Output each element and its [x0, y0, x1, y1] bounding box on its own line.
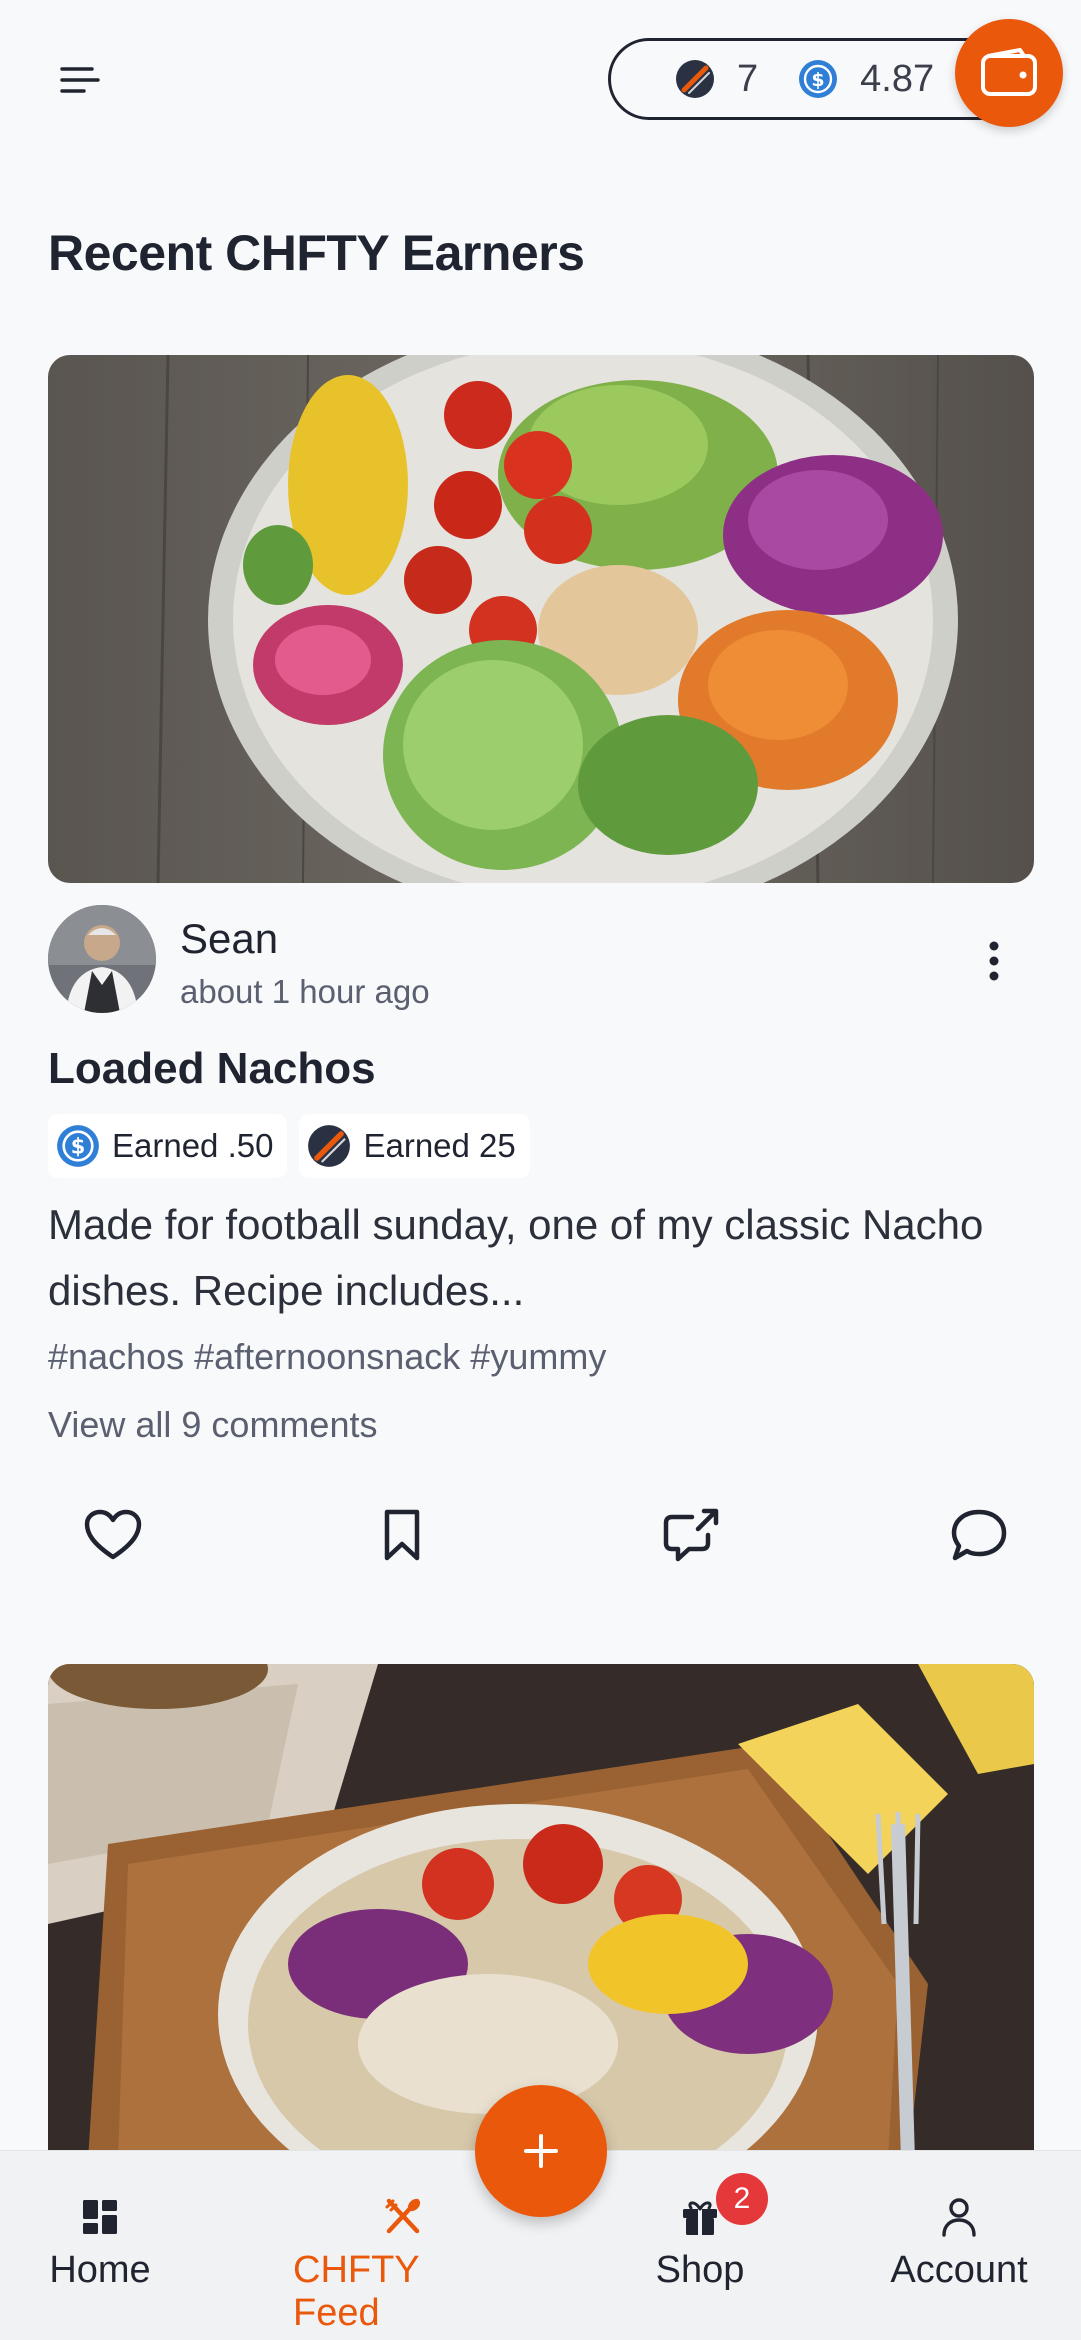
wallet-icon — [981, 48, 1037, 96]
heart-icon — [84, 1509, 142, 1560]
post-timestamp: about 1 hour ago — [180, 973, 430, 1010]
more-options-button[interactable] — [974, 933, 1014, 989]
nav-shop[interactable]: Shop 2 — [590, 2151, 810, 2340]
nav-chfty-feed-label: CHFTY Feed — [293, 2249, 419, 2334]
coin-balance-value: 4.87 — [860, 57, 935, 100]
post-title[interactable]: Loaded Nachos — [48, 1044, 376, 1094]
food-photo — [48, 355, 1034, 883]
menu-icon — [60, 67, 100, 93]
token-balance: 7 — [675, 58, 758, 101]
chfty-token-icon — [308, 1125, 351, 1167]
plus-icon — [524, 2134, 558, 2168]
svg-text:$: $ — [71, 1135, 86, 1159]
like-button[interactable] — [78, 1500, 148, 1570]
section-title: Recent CHFTY Earners — [48, 225, 585, 281]
dollar-coin-icon: $ — [799, 60, 838, 98]
post-actions — [48, 1500, 1034, 1570]
token-balance-value: 7 — [737, 57, 759, 100]
avatar[interactable] — [48, 905, 156, 1013]
shop-notification-badge: 2 — [716, 2173, 768, 2225]
post-hashtags[interactable]: #nachos #afternoonsnack #yummy — [48, 1336, 606, 1378]
earned-badges: $ Earned .50 Earned 25 — [48, 1114, 542, 1178]
earned-token-badge: Earned 25 — [299, 1114, 530, 1178]
share-chat-icon — [663, 1508, 719, 1562]
nav-account[interactable]: Account — [849, 2151, 1069, 2340]
nav-chfty-feed[interactable]: CHFTY Feed — [293, 2151, 513, 2340]
home-grid-icon — [83, 2200, 117, 2234]
add-post-button[interactable] — [475, 2085, 607, 2217]
comment-icon — [951, 1509, 1007, 1561]
app-screen: 7 $ 4.87 Recent CHFTY Earners Sean about… — [0, 0, 1081, 2340]
chfty-token-icon — [676, 60, 714, 98]
earned-coin-label: Earned .50 — [112, 1127, 274, 1164]
post-author-row: Sean about 1 hour ago — [48, 905, 1034, 1015]
utensils-icon — [385, 2198, 421, 2234]
more-vertical-icon — [989, 941, 999, 981]
wallet-button[interactable] — [955, 19, 1063, 127]
post-description: Made for football sunday, one of my clas… — [48, 1201, 984, 1314]
coin-balance: $ 4.87 — [798, 58, 934, 101]
earned-coin-badge: $ Earned .50 — [48, 1114, 288, 1178]
bookmark-button[interactable] — [367, 1500, 437, 1570]
author-name[interactable]: Sean — [180, 915, 278, 963]
top-bar: 7 $ 4.87 — [0, 0, 1081, 160]
bookmark-icon — [384, 1509, 420, 1561]
earned-token-label: Earned 25 — [363, 1127, 516, 1164]
avatar-photo — [48, 905, 156, 1013]
nav-home-label: Home — [49, 2249, 151, 2291]
nav-account-label: Account — [890, 2249, 1028, 2291]
dollar-coin-icon: $ — [57, 1125, 99, 1167]
view-comments-link[interactable]: View all 9 comments — [48, 1404, 377, 1446]
person-icon — [942, 2198, 976, 2237]
comment-button[interactable] — [944, 1500, 1014, 1570]
gift-icon — [683, 2201, 717, 2235]
nav-shop-label: Shop — [655, 2249, 745, 2291]
share-button[interactable] — [656, 1500, 726, 1570]
nav-home[interactable]: Home — [0, 2151, 210, 2340]
menu-button[interactable] — [48, 52, 112, 108]
post-image[interactable] — [48, 355, 1034, 883]
svg-text:$: $ — [812, 69, 825, 91]
